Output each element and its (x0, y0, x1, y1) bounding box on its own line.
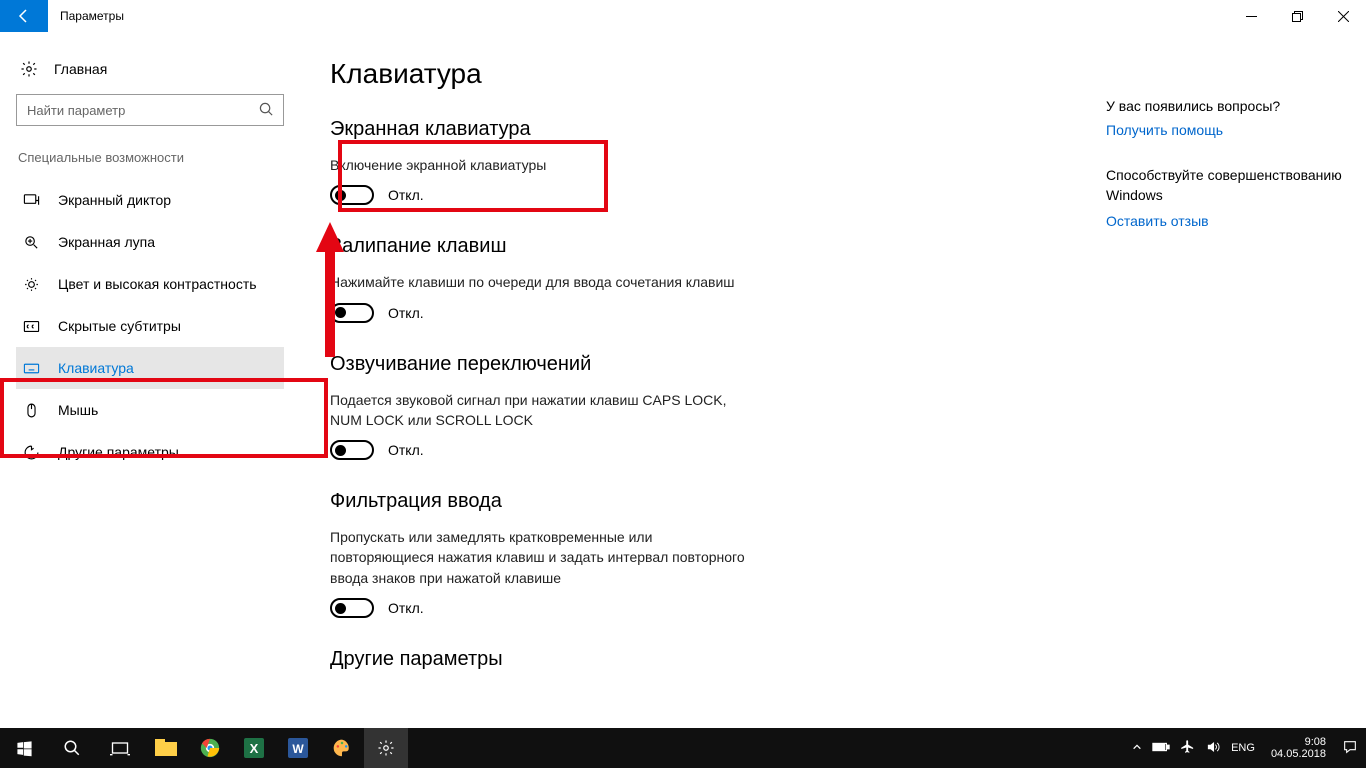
maximize-icon (1292, 11, 1303, 22)
section-toggle-keys-heading: Озвучивание переключений (330, 353, 1066, 376)
folder-icon (155, 739, 177, 757)
keyboard-icon (22, 360, 40, 377)
help-question: У вас появились вопросы? (1106, 98, 1342, 114)
taskbar: X W ENG 9:08 04.05.2018 (0, 728, 1366, 768)
start-button[interactable] (0, 728, 48, 768)
captions-icon (22, 318, 40, 335)
sidebar-item-label: Экранная лупа (58, 234, 155, 250)
volume-icon[interactable] (1205, 740, 1221, 757)
window-controls (1228, 0, 1366, 32)
taskbar-app-chrome[interactable] (188, 728, 232, 768)
section-other-heading: Другие параметры (330, 648, 1066, 671)
sidebar-item-captions[interactable]: Скрытые субтитры (16, 305, 284, 347)
home-label: Главная (54, 61, 107, 77)
close-button[interactable] (1320, 0, 1366, 32)
sidebar-item-keyboard[interactable]: Клавиатура (16, 347, 284, 389)
help-column: У вас появились вопросы? Получить помощь… (1106, 32, 1366, 728)
svg-text:W: W (292, 742, 304, 756)
search-icon (259, 102, 274, 122)
toggle-filter-keys[interactable] (330, 598, 374, 618)
taskbar-tray: ENG 9:08 04.05.2018 (1132, 736, 1366, 760)
get-help-link[interactable]: Получить помощь (1106, 122, 1342, 138)
toggle-toggle-keys[interactable] (330, 440, 374, 460)
sidebar-item-label: Цвет и высокая контрастность (58, 276, 257, 292)
toggle-toggle-keys-state: Откл. (388, 442, 424, 458)
section-sticky-keys-desc: Нажимайте клавиши по очереди для ввода с… (330, 272, 760, 292)
paint-icon (332, 738, 352, 758)
svg-text:X: X (250, 741, 259, 756)
back-button[interactable] (0, 0, 48, 32)
window-title: Параметры (48, 0, 136, 32)
search-input[interactable] (16, 94, 284, 126)
task-view-icon (110, 740, 130, 756)
section-filter-keys-heading: Фильтрация ввода (330, 490, 1066, 513)
word-icon: W (288, 738, 308, 758)
taskbar-app-settings[interactable] (364, 728, 408, 768)
sidebar: Главная Специальные возможности Экранный… (0, 32, 300, 728)
other-icon (22, 444, 40, 461)
language-indicator[interactable]: ENG (1231, 742, 1255, 754)
home-link[interactable]: Главная (16, 52, 300, 94)
task-view-button[interactable] (96, 728, 144, 768)
sidebar-item-label: Клавиатура (58, 360, 134, 376)
page-title: Клавиатура (330, 58, 1066, 90)
section-onscreen-keyboard-heading: Экранная клавиатура (330, 118, 1066, 141)
taskbar-clock[interactable]: 9:08 04.05.2018 (1265, 736, 1332, 760)
gear-icon (377, 739, 395, 757)
close-icon (1338, 11, 1349, 22)
gear-icon (20, 60, 38, 78)
clock-time: 9:08 (1271, 736, 1326, 748)
sidebar-item-magnifier[interactable]: Экранная лупа (16, 221, 284, 263)
sidebar-item-label: Мышь (58, 402, 98, 418)
sidebar-item-label: Другие параметры (58, 444, 179, 460)
windows-icon (16, 740, 33, 757)
clock-date: 04.05.2018 (1271, 748, 1326, 760)
taskbar-app-paint[interactable] (320, 728, 364, 768)
sidebar-item-contrast[interactable]: Цвет и высокая контрастность (16, 263, 284, 305)
feedback-heading: Способствуйте совершенствованию Windows (1106, 166, 1342, 205)
search-icon (63, 739, 81, 757)
toggle-onscreen-keyboard-state: Откл. (388, 187, 424, 203)
narrator-icon (22, 192, 40, 209)
taskbar-app-word[interactable]: W (276, 728, 320, 768)
section-filter-keys-desc: Пропускать или замедлять кратковременные… (330, 527, 760, 588)
search-wrap (16, 94, 284, 126)
sidebar-group-title: Специальные возможности (18, 150, 300, 165)
taskbar-app-explorer[interactable] (144, 728, 188, 768)
feedback-link[interactable]: Оставить отзыв (1106, 213, 1342, 229)
section-onscreen-keyboard-desc: Включение экранной клавиатуры (330, 155, 760, 175)
tray-chevron-icon[interactable] (1132, 742, 1142, 755)
notification-icon[interactable] (1342, 739, 1358, 758)
toggle-sticky-keys-state: Откл. (388, 305, 424, 321)
section-toggle-keys-desc: Подается звуковой сигнал при нажатии кла… (330, 390, 760, 431)
taskbar-search-button[interactable] (48, 728, 96, 768)
toggle-filter-keys-state: Откл. (388, 600, 424, 616)
sidebar-item-label: Экранный диктор (58, 192, 171, 208)
back-arrow-icon (16, 8, 32, 24)
mouse-icon (22, 402, 40, 419)
airplane-icon[interactable] (1180, 739, 1195, 757)
sidebar-item-label: Скрытые субтитры (58, 318, 181, 334)
minimize-icon (1246, 11, 1257, 22)
sidebar-item-mouse[interactable]: Мышь (16, 389, 284, 431)
contrast-icon (22, 276, 40, 293)
maximize-button[interactable] (1274, 0, 1320, 32)
main-content: Клавиатура Экранная клавиатура Включение… (300, 32, 1106, 728)
sidebar-item-other[interactable]: Другие параметры (16, 431, 284, 473)
toggle-onscreen-keyboard[interactable] (330, 185, 374, 205)
title-bar: Параметры (0, 0, 1366, 32)
magnifier-icon (22, 234, 40, 251)
sidebar-item-narrator[interactable]: Экранный диктор (16, 179, 284, 221)
minimize-button[interactable] (1228, 0, 1274, 32)
battery-icon[interactable] (1152, 741, 1170, 756)
excel-icon: X (244, 738, 264, 758)
chrome-icon (200, 738, 220, 758)
section-sticky-keys-heading: Залипание клавиш (330, 235, 1066, 258)
taskbar-app-excel[interactable]: X (232, 728, 276, 768)
toggle-sticky-keys[interactable] (330, 303, 374, 323)
